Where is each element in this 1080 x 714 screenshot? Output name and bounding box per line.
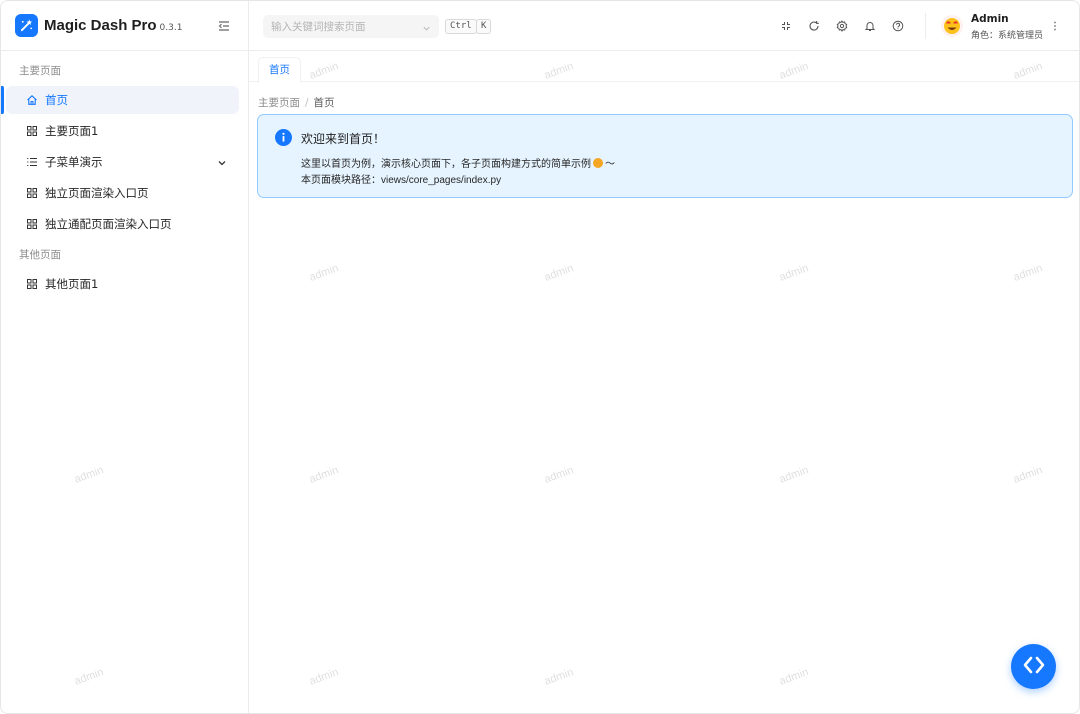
watermark: admin	[542, 262, 576, 284]
brand[interactable]: Magic Dash Pro 0.3.1	[1, 1, 248, 51]
app-window: Magic Dash Pro 0.3.1 主要页面 首页 主要页面1 子菜单演示…	[0, 0, 1080, 714]
alert-title: 欢迎来到首页！	[301, 132, 386, 146]
user-name[interactable]: Admin	[971, 13, 1009, 25]
collapse-sidebar-icon[interactable]	[217, 19, 231, 33]
breadcrumb-separator: /	[305, 97, 309, 109]
grid-icon	[26, 278, 38, 290]
watermark: admin	[307, 262, 341, 284]
view-source-button[interactable]	[1011, 644, 1056, 689]
menu-group-other: 其他页面	[19, 249, 61, 261]
grid-icon	[26, 125, 38, 137]
watermark: admin	[542, 464, 576, 486]
sidebar-item-label: 首页	[45, 93, 68, 107]
grid-icon	[26, 187, 38, 199]
watermark: admin	[307, 464, 341, 486]
sidebar-item-label: 独立页面渲染入口页	[45, 186, 149, 200]
brand-name: Magic Dash Pro	[44, 17, 157, 34]
brand-version: 0.3.1	[159, 23, 183, 33]
module-path: views/core_pages/index.py	[381, 175, 502, 186]
watermark: admin	[1011, 262, 1045, 284]
tab-home[interactable]: 首页	[258, 57, 301, 83]
sidebar: Magic Dash Pro 0.3.1 主要页面 首页 主要页面1 子菜单演示…	[1, 1, 249, 713]
alert-description-line-1: 这里以首页为例，演示核心页面下，各子页面构建方式的简单示例～	[301, 158, 615, 170]
settings-icon[interactable]	[836, 20, 848, 32]
sidebar-item-label: 子菜单演示	[45, 155, 103, 169]
help-icon[interactable]	[892, 20, 904, 32]
page-tabs: 首页	[249, 51, 1079, 83]
refresh-icon[interactable]	[808, 20, 820, 32]
breadcrumb-item-current: 首页	[313, 97, 335, 109]
info-icon	[275, 129, 292, 146]
watermark: admin	[1011, 464, 1045, 486]
bell-icon[interactable]	[864, 20, 876, 32]
welcome-alert: 欢迎来到首页！ 这里以首页为例，演示核心页面下，各子页面构建方式的简单示例～ 本…	[257, 114, 1073, 198]
sidebar-item-home[interactable]: 首页	[1, 86, 239, 114]
watermark: admin	[542, 666, 576, 688]
search-input[interactable]	[271, 20, 421, 33]
page-search-select[interactable]	[263, 15, 439, 38]
shortcut-key-k: K	[476, 19, 492, 34]
chevron-down-icon[interactable]	[217, 157, 227, 167]
grid-icon	[26, 218, 38, 230]
fullscreen-icon[interactable]	[780, 20, 792, 32]
sidebar-item-submenu-demo[interactable]: 子菜单演示	[6, 148, 239, 176]
top-header: Ctrl K Admin 角色：系统管理员	[249, 1, 1079, 51]
watermark: admin	[777, 666, 811, 688]
shortcut-key-ctrl: Ctrl	[445, 19, 477, 34]
sidebar-item-other-page-1[interactable]: 其他页面1	[6, 270, 239, 298]
sidebar-item-main-page-1[interactable]: 主要页面1	[6, 117, 239, 145]
sidebar-item-wildcard-page[interactable]: 独立通配页面渲染入口页	[6, 210, 239, 238]
breadcrumb: 主要页面 / 首页	[258, 95, 335, 110]
more-vertical-icon[interactable]	[1049, 20, 1061, 32]
watermark: admin	[777, 464, 811, 486]
menu-group-main: 主要页面	[19, 65, 61, 77]
magic-wand-logo-icon	[15, 14, 38, 37]
code-icon	[1022, 655, 1046, 678]
header-divider	[925, 13, 926, 39]
avatar[interactable]	[941, 15, 963, 37]
sidebar-item-label: 独立通配页面渲染入口页	[45, 217, 172, 231]
breadcrumb-item[interactable]: 主要页面	[258, 97, 300, 109]
sidebar-item-label: 主要页面1	[45, 124, 99, 138]
user-role: 角色：系统管理员	[971, 31, 1044, 41]
sidebar-item-label: 其他页面1	[45, 277, 99, 291]
smile-emoji-icon	[593, 158, 603, 168]
home-icon	[26, 94, 38, 106]
list-icon	[26, 156, 38, 168]
chevron-down-icon	[422, 22, 431, 31]
alert-description-line-2: 本页面模块路径：views/core_pages/index.py	[301, 175, 502, 186]
watermark: admin	[777, 262, 811, 284]
watermark: admin	[307, 666, 341, 688]
sidebar-item-standalone-page[interactable]: 独立页面渲染入口页	[6, 179, 239, 207]
